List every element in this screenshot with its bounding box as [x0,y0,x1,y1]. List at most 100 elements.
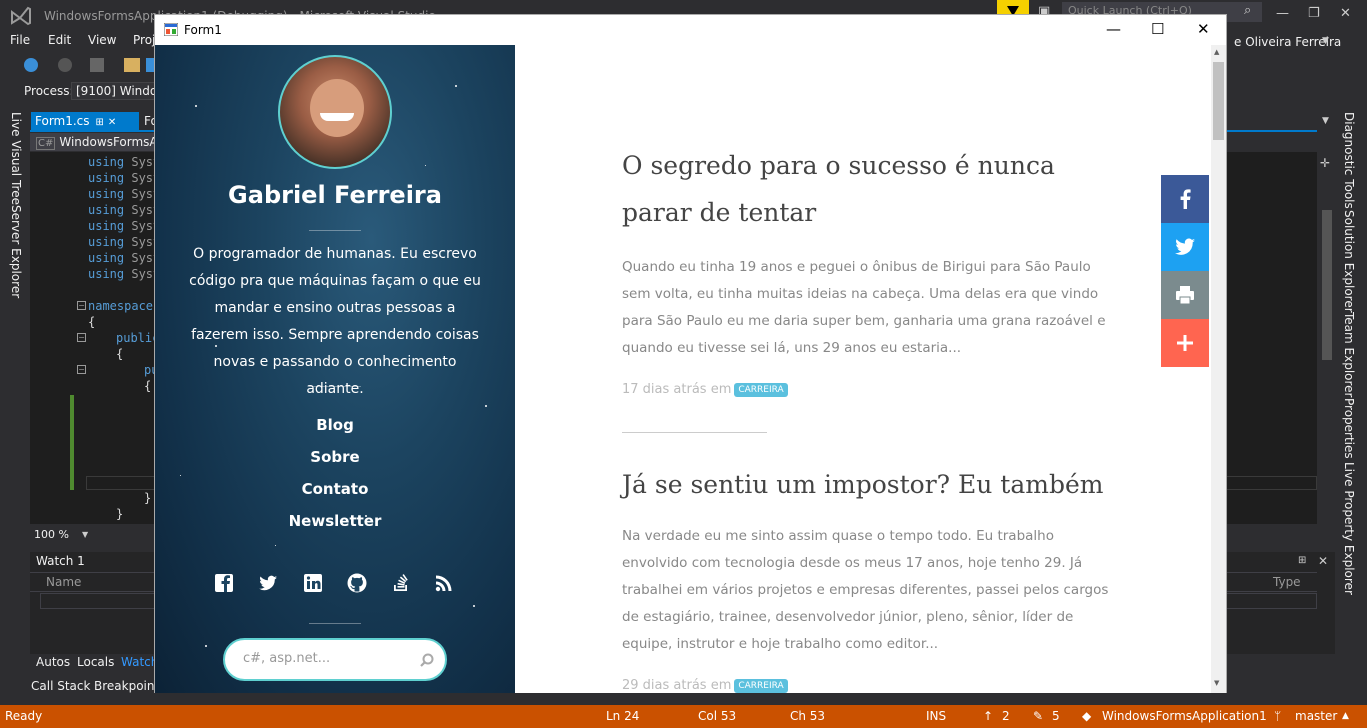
post-tag-badge[interactable]: CARREIRA [734,382,788,397]
open-folder-icon[interactable] [124,58,140,72]
form-maximize-button[interactable]: ☐ [1151,20,1164,38]
rss-icon[interactable] [433,572,455,594]
tab-server-explorer[interactable]: Server Explorer [9,205,23,298]
user-dropdown-icon[interactable]: ▼ [1322,36,1329,46]
star [195,105,197,107]
avatar-smile [320,113,354,121]
forward-icon[interactable] [58,58,72,72]
navigation-bar-project[interactable]: C#WindowsFormsApp [30,133,160,151]
form-minimize-button[interactable]: — [1106,20,1121,38]
pencil-icon[interactable]: ✎ [1033,709,1043,723]
tab-dropdown-icon[interactable]: ▼ [1322,116,1329,126]
author-bio: O programador de humanas. Eu escrevo cód… [189,246,481,397]
menu-view[interactable]: View [88,33,116,47]
visual-studio-logo-icon [11,6,31,26]
scroll-up-icon[interactable]: ▲ [1214,48,1219,56]
post-tag-badge[interactable]: CARREIRA [734,678,788,693]
tab-locals[interactable]: Locals [77,655,114,669]
tab-autos[interactable]: Autos [36,655,70,669]
status-unpushed-count[interactable]: 2 [1002,709,1010,723]
search-box[interactable]: c#, asp.net... [223,638,447,681]
post-meta: 29 dias atrás em CARREIRA [622,678,788,693]
nav-link-contato[interactable]: Contato [155,480,515,498]
linkedin-icon[interactable] [302,572,324,594]
menu-file[interactable]: File [10,33,30,47]
watch-column-name[interactable]: Name [46,575,81,589]
github-icon[interactable] [346,572,368,594]
scroll-down-icon[interactable]: ▼ [1214,679,1219,687]
tab-close-icon[interactable]: ✕ [108,117,116,128]
nav-link-newsletter[interactable]: Newsletter [155,512,515,530]
tab-watch[interactable]: Watch [121,655,158,669]
search-icon[interactable] [419,652,435,668]
vs-minimize-button[interactable]: — [1276,6,1289,21]
tab-team-explorer[interactable]: Team Explorer [1342,312,1356,398]
arrow-up-icon[interactable]: ↑ [983,709,993,723]
nav-bar-label: WindowsFormsApp [59,135,160,149]
sidebar-divider [309,230,361,231]
search-input[interactable]: c#, asp.net... [243,651,330,666]
collapse-icon[interactable]: − [77,365,86,374]
facebook-icon [1180,189,1191,209]
twitter-icon [1175,238,1195,255]
tab-call-stack[interactable]: Call Stack [31,679,90,693]
share-twitter-button[interactable] [1161,223,1209,271]
form-title: Form1 [184,23,222,37]
form-scroll-thumb[interactable] [1213,62,1224,140]
doc-tab-label: Form1.cs [35,114,90,128]
author-avatar[interactable] [278,55,392,169]
editor-scroll-thumb[interactable] [1322,210,1332,360]
blog-sidebar: Gabriel Ferreira O programador de humana… [155,45,515,693]
watch-column-type[interactable]: Type [1273,575,1301,589]
menu-project[interactable]: Proj [133,33,155,47]
form1-window: Form1 — ☐ ✕ Gabriel Ferreira O programad… [154,14,1227,693]
post-title[interactable]: O segredo para o sucesso é nunca parar d… [622,142,1112,236]
code-line: using Syst [88,155,161,169]
twitter-icon[interactable] [257,572,279,594]
print-icon [1176,286,1194,305]
repo-icon[interactable]: ◆ [1082,709,1091,723]
branch-dropdown-icon[interactable]: ▲ [1342,711,1349,721]
share-print-button[interactable] [1161,271,1209,319]
tab-live-property-explorer[interactable]: Live Property Explorer [1342,462,1356,595]
collapse-icon[interactable]: − [77,301,86,310]
share-more-button[interactable] [1161,319,1209,367]
share-facebook-button[interactable] [1161,175,1209,223]
status-branch[interactable]: master [1295,709,1337,723]
zoom-dropdown-icon[interactable]: ▼ [82,530,88,539]
doc-tab-form1-cs[interactable]: Form1.cs ⊞ ✕ [31,112,139,130]
menu-edit[interactable]: Edit [48,33,71,47]
back-icon[interactable] [24,58,38,72]
sidebar-divider [309,386,361,387]
tab-live-visual-tree[interactable]: Live Visual Tree [9,112,23,205]
form-close-button[interactable]: ✕ [1197,20,1210,38]
tab-diagnostic-tools[interactable]: Diagnostic Tools [1342,112,1356,209]
post-title[interactable]: Já se sentiu um impostor? Eu também [622,461,1112,508]
author-name[interactable]: Gabriel Ferreira [155,181,515,209]
watch-close-icon[interactable]: ✕ [1318,554,1328,568]
process-select[interactable]: [9100] Window [71,82,160,100]
quick-launch-search-icon[interactable]: ⌕ [1244,3,1262,21]
split-icon[interactable]: ✛ [1320,156,1330,170]
form-vertical-scrollbar[interactable] [1211,45,1226,693]
avatar-face [310,79,364,137]
branch-icon[interactable]: ᛘ [1274,709,1281,723]
tab-solution-explorer[interactable]: Solution Explorer [1342,210,1356,313]
watch-pin-icon[interactable]: ⊞ [1298,555,1306,566]
facebook-icon[interactable] [213,572,235,594]
new-project-icon[interactable] [90,58,104,72]
vs-close-button[interactable]: ✕ [1340,6,1351,21]
code-brace: { [88,315,96,329]
nav-link-blog[interactable]: Blog [155,416,515,434]
status-changes-count[interactable]: 5 [1052,709,1060,723]
pin-icon[interactable]: ⊞ [96,117,104,128]
code-line: using Syst [88,267,161,281]
nav-link-sobre[interactable]: Sobre [155,448,515,466]
collapse-icon[interactable]: − [77,333,86,342]
tab-properties[interactable]: Properties [1342,398,1356,459]
stackoverflow-icon[interactable] [390,572,412,594]
status-project[interactable]: WindowsFormsApplication1 [1102,709,1267,723]
form-title-bar[interactable]: Form1 — ☐ ✕ [155,15,1226,45]
code-public: public [116,331,160,345]
vs-restore-button[interactable]: ❐ [1308,6,1320,21]
